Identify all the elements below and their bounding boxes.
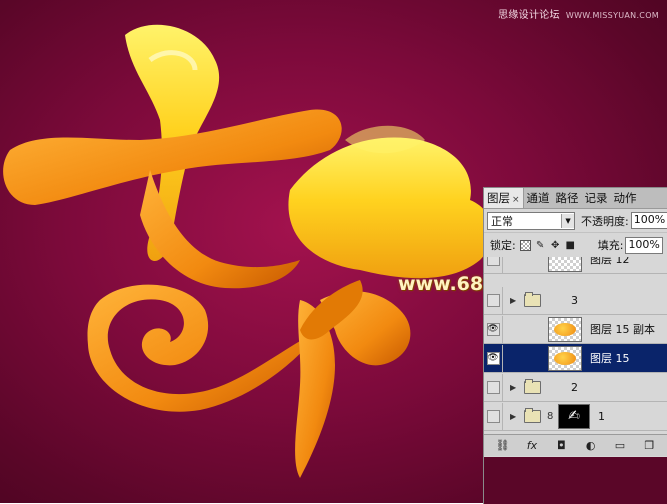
lock-all-icon[interactable]: ■	[565, 240, 576, 251]
visibility-toggle[interactable]	[484, 286, 503, 314]
fx-icon[interactable]: fx	[524, 439, 540, 452]
new-group-icon[interactable]: ▭	[612, 439, 628, 452]
lock-label: 锁定:	[490, 239, 516, 252]
layers-panel: 图层 × 通道 路径 记录 动作 正常 ▼ 不透明度: 100% 锁定: ✎ ✥ …	[483, 187, 667, 504]
lock-transparency-icon[interactable]	[519, 239, 531, 251]
layer-name: 图层 12	[590, 257, 630, 266]
layer-row[interactable]: 👁 图层 15 副本	[484, 315, 667, 344]
expand-triangle-icon[interactable]: ▶	[510, 296, 518, 305]
layer-mask-thumbnail: ✍	[558, 403, 590, 429]
lock-fill-row: 锁定: ✎ ✥ ■ 填充: 100%	[484, 233, 667, 258]
layer-list: 图层 12 ▶ 3 👁 图层 15 副本 👁 图层 15 ▶ 2 ▶ 8 ✍ 1	[484, 257, 667, 433]
layer-row[interactable]: ▶ 3	[484, 286, 667, 315]
layer-row[interactable]: 图层 12	[484, 257, 667, 274]
blend-mode-value: 正常	[491, 214, 513, 228]
expand-triangle-icon[interactable]: ▶	[510, 383, 518, 392]
folder-icon	[524, 291, 541, 307]
fill-label: 填充:	[597, 239, 624, 252]
fill-input[interactable]: 100%	[625, 236, 664, 254]
chevron-down-icon: ▼	[561, 213, 575, 228]
stroke-right-blob	[288, 137, 493, 279]
tab-layers[interactable]: 图层 ×	[484, 188, 524, 208]
opacity-input[interactable]: 100%	[630, 212, 667, 229]
folder-icon	[524, 378, 541, 394]
layer-name: 图层 15	[590, 352, 630, 365]
eye-icon: 👁	[486, 322, 500, 336]
visibility-toggle[interactable]	[484, 257, 503, 273]
layer-name: 1	[598, 409, 605, 423]
layer-row[interactable]: ▶ 2	[484, 373, 667, 402]
layer-thumbnail	[548, 257, 582, 272]
lock-move-icon[interactable]: ✥	[550, 240, 561, 251]
visibility-box	[486, 409, 500, 423]
layer-row-selected[interactable]: 👁 图层 15	[484, 344, 667, 373]
visibility-toggle[interactable]: 👁	[484, 315, 503, 343]
visibility-toggle[interactable]	[484, 402, 503, 430]
expand-triangle-icon[interactable]: ▶	[510, 412, 518, 421]
opacity-label: 不透明度:	[581, 214, 629, 228]
panel-bottom-toolbar: ⛓ fx ◘ ◐ ▭ ❐	[484, 434, 667, 456]
link-icon[interactable]: ⛓	[495, 439, 511, 452]
new-layer-icon[interactable]: ❐	[641, 439, 657, 452]
visibility-box	[486, 257, 500, 266]
tab-paths[interactable]: 路径	[553, 188, 582, 208]
visibility-toggle[interactable]	[484, 373, 503, 401]
tab-actions[interactable]: 动作	[611, 188, 640, 208]
layer-name: 2	[571, 380, 578, 394]
mask-icon[interactable]: ◘	[553, 439, 569, 452]
tab-channels[interactable]: 通道	[524, 188, 553, 208]
visibility-toggle[interactable]: 👁	[484, 344, 503, 372]
watermark-top-sub: WWW.MISSYUAN.COM	[565, 11, 659, 20]
layer-row[interactable]: ▶ 8 ✍ 1	[484, 402, 667, 431]
close-icon[interactable]: ×	[512, 195, 520, 205]
stroke-swirl	[87, 284, 320, 412]
folder-icon	[524, 407, 541, 423]
visibility-box	[486, 380, 500, 394]
layer-name: 3	[571, 293, 578, 307]
visibility-box	[486, 293, 500, 307]
layer-thumbnail	[548, 345, 582, 371]
layer-name: 图层 15 副本	[590, 323, 655, 336]
chain-link-icon[interactable]: 8	[547, 411, 555, 422]
tab-history[interactable]: 记录	[582, 188, 611, 208]
eye-icon: 👁	[486, 351, 500, 365]
adjustment-icon[interactable]: ◐	[583, 439, 599, 452]
watermark-top: 思缘设计论坛 WWW.MISSYUAN.COM	[498, 6, 659, 21]
panel-tabs: 图层 × 通道 路径 记录 动作	[484, 188, 667, 209]
blend-mode-select[interactable]: 正常 ▼	[487, 211, 576, 230]
canvas-below-panel	[484, 457, 667, 504]
layer-thumbnail	[548, 316, 582, 342]
watermark-top-text: 思缘设计论坛	[498, 10, 560, 21]
tab-layers-label: 图层	[487, 191, 510, 205]
lock-brush-icon[interactable]: ✎	[535, 240, 546, 251]
blend-opacity-row: 正常 ▼ 不透明度: 100%	[484, 209, 667, 233]
